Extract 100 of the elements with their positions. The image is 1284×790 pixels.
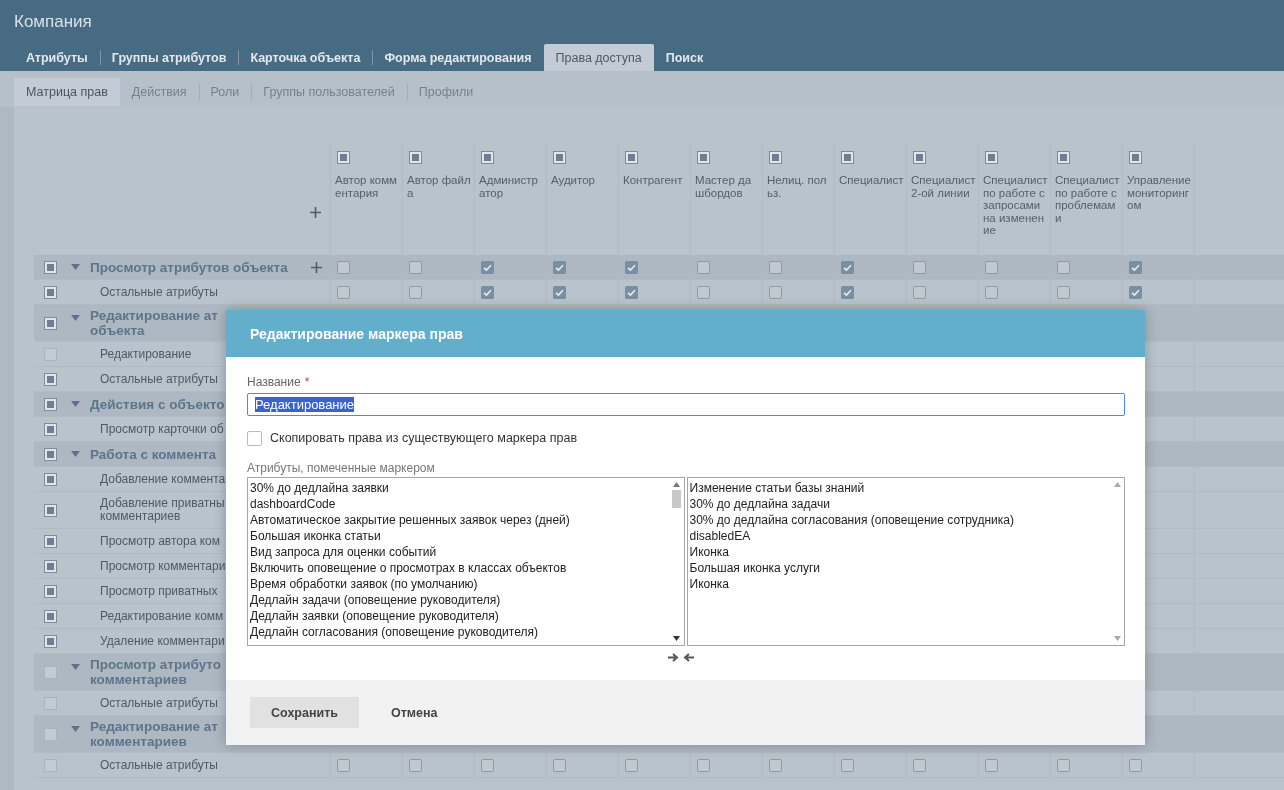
- permission-checkbox[interactable]: [337, 260, 350, 274]
- permission-checkbox[interactable]: [481, 758, 494, 772]
- row-checkbox[interactable]: [44, 422, 57, 436]
- permission-checkbox[interactable]: [769, 758, 782, 772]
- row-checkbox[interactable]: [44, 634, 57, 648]
- tab[interactable]: Группы атрибутов: [99, 44, 239, 71]
- selected-list[interactable]: Изменение статьи базы знаний 30% до дедлайна задачи 30% до дедлайна согласования (оповещение сотрудника) disabledEA Иконка Большая иконка услуги Иконка: [686, 477, 1125, 646]
- permission-checkbox[interactable]: [481, 285, 494, 299]
- add-icon[interactable]: [311, 262, 322, 273]
- scroll-up-icon[interactable]: [1113, 482, 1121, 487]
- list-item[interactable]: Автоматическое закрытие решенных заявок через (дней): [250, 512, 668, 528]
- column-checkbox[interactable]: [913, 151, 926, 164]
- expand-caret-icon[interactable]: [71, 401, 80, 407]
- permission-checkbox[interactable]: [409, 285, 422, 299]
- move-right-icon[interactable]: [668, 653, 679, 662]
- permission-checkbox[interactable]: [985, 260, 998, 274]
- list-item[interactable]: Большая иконка услуги: [689, 560, 1108, 576]
- row-checkbox[interactable]: [44, 609, 57, 623]
- tab[interactable]: Форма редактирования: [372, 44, 544, 71]
- list-item[interactable]: dashboardCode: [250, 496, 668, 512]
- permission-checkbox[interactable]: [913, 285, 926, 299]
- row-checkbox[interactable]: [44, 347, 57, 361]
- permission-checkbox[interactable]: [841, 285, 854, 299]
- expand-caret-icon[interactable]: [71, 726, 80, 732]
- tab[interactable]: Права доступа: [543, 44, 654, 71]
- row-checkbox[interactable]: [44, 472, 57, 486]
- permission-checkbox[interactable]: [409, 758, 422, 772]
- subtab[interactable]: Матрица прав: [14, 78, 120, 106]
- tab[interactable]: Поиск: [653, 44, 716, 71]
- permission-checkbox[interactable]: [553, 260, 566, 274]
- scroll-thumb[interactable]: [672, 490, 681, 508]
- tab[interactable]: Карточка объекта: [238, 44, 373, 71]
- permission-checkbox[interactable]: [625, 758, 638, 772]
- column-checkbox[interactable]: [625, 151, 638, 164]
- expand-caret-icon[interactable]: [71, 664, 80, 670]
- row-checkbox[interactable]: [44, 447, 57, 461]
- row-checkbox[interactable]: [44, 285, 57, 299]
- column-checkbox[interactable]: [697, 151, 710, 164]
- save-button[interactable]: Сохранить: [250, 697, 359, 728]
- list-item[interactable]: Иконка: [689, 576, 1108, 592]
- list-item[interactable]: Большая иконка статьи: [250, 528, 668, 544]
- permission-checkbox[interactable]: [841, 758, 854, 772]
- list-item[interactable]: Включить оповещение о просмотрах в классах объектов: [250, 560, 668, 576]
- row-checkbox[interactable]: [44, 397, 57, 411]
- add-icon[interactable]: [310, 207, 321, 218]
- permission-checkbox[interactable]: [337, 285, 350, 299]
- cancel-button[interactable]: Отмена: [371, 697, 458, 728]
- permission-checkbox[interactable]: [913, 260, 926, 274]
- list-item[interactable]: 30% до дедлайна заявки: [250, 480, 668, 496]
- list-item[interactable]: Дедлайн согласования (оповещение руководителя): [250, 624, 668, 640]
- permission-checkbox[interactable]: [769, 285, 782, 299]
- column-checkbox[interactable]: [1057, 151, 1070, 164]
- row-checkbox[interactable]: [44, 316, 57, 330]
- name-field[interactable]: Редактирование: [247, 393, 1125, 416]
- permission-checkbox[interactable]: [697, 260, 710, 274]
- permission-checkbox[interactable]: [337, 758, 350, 772]
- permission-checkbox[interactable]: [1057, 758, 1070, 772]
- row-checkbox[interactable]: [44, 696, 57, 710]
- list-item[interactable]: Изменение статьи базы знаний: [689, 480, 1108, 496]
- permission-checkbox[interactable]: [553, 285, 566, 299]
- permission-checkbox[interactable]: [1057, 260, 1070, 274]
- list-item[interactable]: Дедлайн заявки (оповещение руководителя): [250, 608, 668, 624]
- available-list[interactable]: [247, 477, 685, 646]
- permission-checkbox[interactable]: [409, 260, 422, 274]
- permission-checkbox[interactable]: [481, 260, 494, 274]
- scroll-down-icon[interactable]: [673, 636, 680, 641]
- permission-checkbox[interactable]: [1129, 285, 1142, 299]
- list-item[interactable]: 30% до дедлайна задачи: [689, 496, 1108, 512]
- permission-checkbox[interactable]: [625, 285, 638, 299]
- row-checkbox[interactable]: [44, 559, 57, 573]
- list-item[interactable]: Вид запроса для оценки событий: [250, 544, 668, 560]
- row-checkbox[interactable]: [44, 372, 57, 386]
- permission-checkbox[interactable]: [1129, 758, 1142, 772]
- list-item[interactable]: Дедлайн задачи (оповещение руководителя): [250, 592, 668, 608]
- column-checkbox[interactable]: [337, 151, 350, 164]
- row-checkbox[interactable]: [44, 534, 57, 548]
- list-item[interactable]: disabledEA: [689, 528, 1108, 544]
- row-checkbox[interactable]: [44, 727, 57, 741]
- list-item[interactable]: Время обработки заявок (по умолчанию): [250, 576, 668, 592]
- row-checkbox[interactable]: [44, 503, 57, 517]
- column-checkbox[interactable]: [1129, 151, 1142, 164]
- list-item[interactable]: 30% до дедлайна согласования (оповещение сотрудника): [689, 512, 1108, 528]
- permission-checkbox[interactable]: [841, 260, 854, 274]
- column-checkbox[interactable]: [769, 151, 782, 164]
- permission-checkbox[interactable]: [769, 260, 782, 274]
- row-checkbox[interactable]: [44, 665, 57, 679]
- row-checkbox[interactable]: [44, 584, 57, 598]
- scroll-up-icon[interactable]: [673, 482, 680, 487]
- permission-checkbox[interactable]: [985, 285, 998, 299]
- row-checkbox[interactable]: [44, 260, 57, 274]
- move-left-icon[interactable]: [683, 653, 694, 662]
- list-item[interactable]: Иконка: [689, 544, 1108, 560]
- copy-checkbox[interactable]: [247, 430, 262, 446]
- expand-caret-icon[interactable]: [71, 451, 80, 457]
- permission-checkbox[interactable]: [553, 758, 566, 772]
- row-checkbox[interactable]: [44, 758, 57, 772]
- permission-checkbox[interactable]: [697, 758, 710, 772]
- permission-checkbox[interactable]: [985, 758, 998, 772]
- tab[interactable]: Атрибуты: [14, 44, 100, 71]
- permission-checkbox[interactable]: [1129, 260, 1142, 274]
